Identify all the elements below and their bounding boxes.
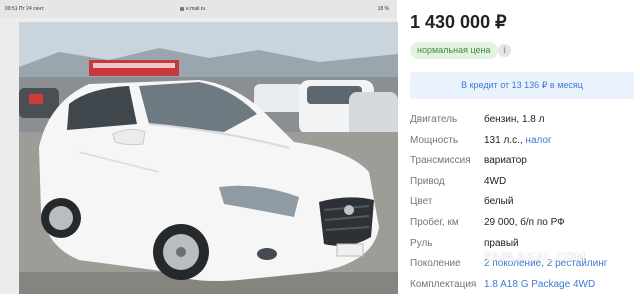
spec-value: вариатор [484, 155, 527, 167]
spec-row-trim: Комплектация 1.8 A18 G Package 4WD [410, 279, 640, 299]
info-icon[interactable]: i [498, 44, 511, 57]
spec-label: Цвет [410, 196, 433, 208]
address-bar[interactable]: e.mail.ru [180, 6, 205, 12]
watermark: YAPLAKAL.COM [484, 250, 586, 264]
trim-link[interactable]: 1.8 A18 G Package 4WD [484, 279, 595, 290]
spec-value: 4WD [484, 175, 507, 187]
lock-icon [180, 6, 184, 11]
car-photo[interactable] [19, 22, 398, 294]
spec-value: 29 000, б/п по РФ [484, 216, 565, 228]
spec-value: белый [484, 196, 514, 208]
spec-label: Поколение [410, 258, 461, 270]
spec-value: правый [484, 237, 519, 249]
spec-value: бензин, 1.8 л [484, 114, 545, 125]
spec-row-power: Мощность 131 л.с., налог [410, 135, 640, 156]
tax-link[interactable]: налог [525, 135, 551, 146]
spec-row-mileage: Пробег, км 29 000, б/п по РФ [410, 217, 640, 238]
spec-row-color: Цвет белый [410, 196, 640, 217]
specs-table: Двигатель бензин, 1.8 л Мощность 131 л.с… [410, 114, 640, 299]
credit-button[interactable]: В кредит от 13 136 ₽ в месяц [410, 72, 634, 99]
spec-label: Двигатель [410, 114, 458, 125]
spec-label: Трансмиссия [410, 155, 471, 167]
spec-row-transmission: Трансмиссия вариатор [410, 155, 640, 176]
price: 1 430 000 ₽ [410, 12, 507, 32]
phone-screenshot: 09:51 Пт 24 сент. e.mail.ru 18 % [0, 0, 398, 294]
spec-value: 131 л.с., налог [484, 134, 552, 146]
price-rating-badge: нормальная цена [410, 42, 498, 59]
spec-label: Мощность [410, 134, 459, 146]
spec-row-engine: Двигатель бензин, 1.8 л [410, 114, 640, 135]
spec-label: Руль [410, 237, 433, 249]
battery-indicator: 18 % [377, 6, 389, 12]
spec-row-drive: Привод 4WD [410, 176, 640, 197]
status-time: 09:51 Пт 24 сент. [5, 6, 45, 12]
spec-label: Привод [410, 175, 445, 187]
spec-label: Пробег, км [410, 216, 459, 228]
spec-label: Комплектация [410, 278, 477, 290]
status-bar: 09:51 Пт 24 сент. e.mail.ru 18 % [0, 0, 397, 18]
